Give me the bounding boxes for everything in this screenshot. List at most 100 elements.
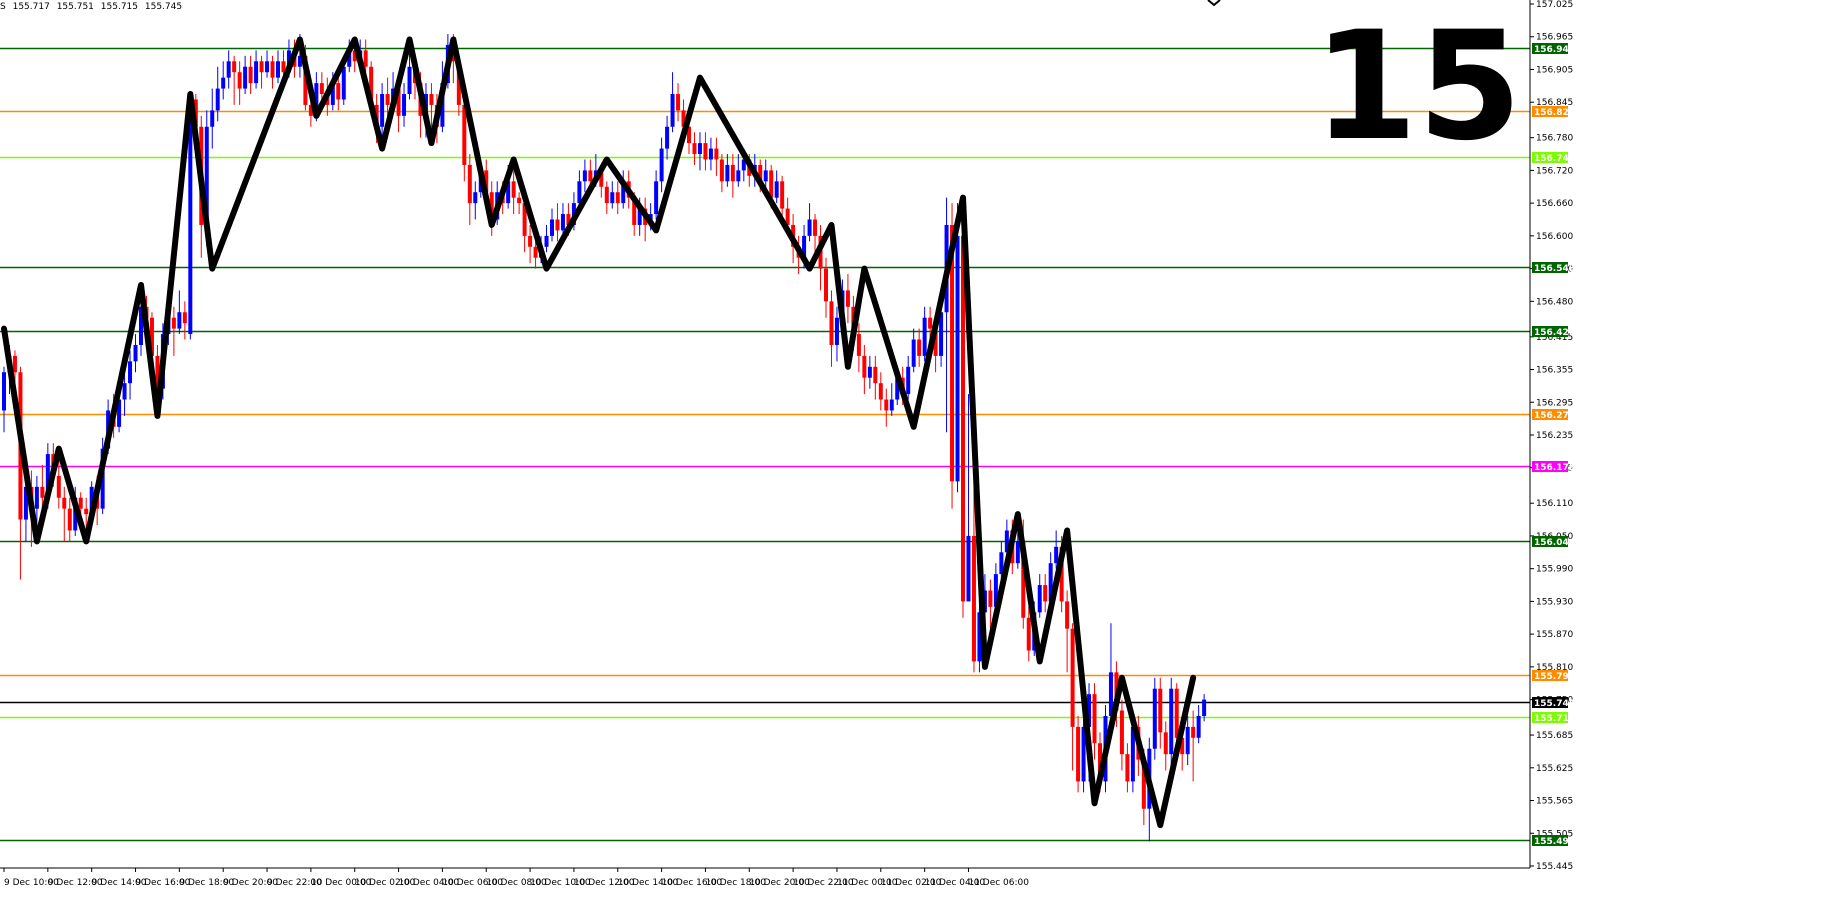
candle-body — [911, 339, 916, 367]
candle-body — [697, 143, 702, 155]
y-tick-label: 156.235 — [1536, 431, 1573, 441]
candle-body — [1158, 688, 1163, 733]
candle-body — [215, 88, 220, 111]
candle-body — [670, 94, 675, 127]
candle-body — [1191, 726, 1196, 738]
level-lines-layer — [0, 47, 1530, 842]
candle-body — [270, 61, 275, 78]
candle-body — [254, 61, 259, 84]
candle-body — [1174, 688, 1179, 738]
candle-body — [128, 361, 133, 384]
candle-body — [878, 383, 883, 400]
candle-body — [862, 355, 867, 378]
ohlc-prefix: S — [0, 2, 6, 12]
candle-body — [429, 94, 434, 105]
ohlc-open: 155.717 — [13, 2, 50, 12]
candle-body — [544, 235, 549, 247]
candle-body — [550, 219, 554, 236]
candle-body — [813, 219, 818, 236]
candle-body — [906, 366, 911, 395]
candle-body — [665, 126, 670, 149]
candle-body — [2, 372, 6, 411]
y-tick-label: 156.480 — [1536, 297, 1573, 307]
candle-body — [1070, 628, 1075, 727]
candle-body — [884, 399, 889, 411]
y-tick-label: 155.565 — [1536, 797, 1573, 807]
candle-body — [1119, 710, 1124, 755]
y-tick-label: 156.110 — [1536, 499, 1573, 509]
candle-body — [928, 317, 933, 329]
y-tick-label: 155.685 — [1536, 731, 1573, 741]
chart-svg: 157.025156.965156.905156.845156.780156.7… — [0, 0, 1575, 888]
y-tick-label: 156.905 — [1536, 65, 1573, 75]
y-tick-label: 155.445 — [1536, 862, 1573, 872]
candle-body — [210, 110, 215, 127]
timeframe-label: 15 — [1313, 0, 1522, 174]
chevron-down-icon — [1207, 0, 1221, 7]
candle-body — [955, 235, 960, 482]
candle-body — [177, 312, 182, 329]
level-badge-label: 156.744 — [1534, 154, 1575, 164]
candle-body — [380, 94, 385, 127]
level-badge-label: 155.745 — [1534, 699, 1575, 709]
candle-body — [971, 535, 976, 662]
candle-body — [259, 61, 264, 73]
candle-body — [1169, 688, 1174, 755]
candle-body — [56, 475, 61, 498]
candle-body — [889, 399, 894, 411]
candle-body — [807, 219, 812, 236]
candle-body — [763, 170, 768, 182]
candle-body — [703, 143, 708, 160]
y-tick-label: 157.025 — [1536, 0, 1573, 10]
candle-body — [719, 159, 724, 182]
candle-body — [363, 50, 368, 67]
candle-body — [122, 383, 127, 400]
candle-body — [988, 590, 993, 607]
y-tick-label: 156.295 — [1536, 398, 1573, 408]
candle-body — [610, 192, 615, 204]
candle-body — [654, 181, 659, 215]
y-tick-label: 155.990 — [1536, 565, 1573, 575]
level-badge-label: 156.179 — [1534, 463, 1575, 473]
candle-body — [867, 366, 872, 378]
candle-body — [577, 181, 582, 204]
candle-body — [588, 170, 593, 182]
y-tick-label: 155.625 — [1536, 764, 1573, 774]
candle-body — [917, 339, 922, 356]
y-tick-label: 156.660 — [1536, 199, 1573, 209]
candle-body — [1026, 617, 1031, 651]
ohlc-high: 155.751 — [57, 2, 94, 12]
candle-body — [402, 94, 407, 116]
candle-body — [517, 197, 522, 204]
candle-body — [12, 355, 17, 373]
candle-body — [856, 334, 861, 356]
time-axis-layer: 9 Dec 10:009 Dec 12:009 Dec 14:009 Dec 1… — [3, 868, 1029, 888]
candle-body — [1125, 754, 1130, 782]
candle-body — [133, 344, 138, 362]
candle-body — [736, 170, 741, 182]
candle-body — [692, 143, 697, 155]
y-tick-label: 156.355 — [1536, 366, 1573, 376]
candle-body — [221, 77, 226, 89]
y-tick-label: 156.965 — [1536, 33, 1573, 43]
candle-body — [528, 235, 533, 247]
level-badge-label: 155.796 — [1534, 672, 1575, 682]
candle-body — [1054, 546, 1059, 564]
candle-body — [407, 66, 412, 95]
candle-body — [226, 61, 231, 78]
x-tick-label: 11 Dec 06:00 — [968, 878, 1029, 888]
candle-body — [34, 486, 39, 509]
candle-body — [243, 66, 248, 89]
candle-body — [78, 497, 83, 509]
candle-body — [604, 186, 609, 204]
y-tick-label: 155.870 — [1536, 630, 1573, 640]
candle-body — [40, 486, 45, 498]
ohlc-low: 155.715 — [101, 2, 138, 12]
candle-body — [248, 66, 253, 84]
candle-body — [84, 508, 89, 515]
candle-body — [1065, 601, 1070, 629]
candle-body — [62, 497, 67, 509]
candle-body — [834, 317, 839, 345]
candle-body — [922, 317, 927, 356]
candle-body — [1015, 541, 1020, 564]
